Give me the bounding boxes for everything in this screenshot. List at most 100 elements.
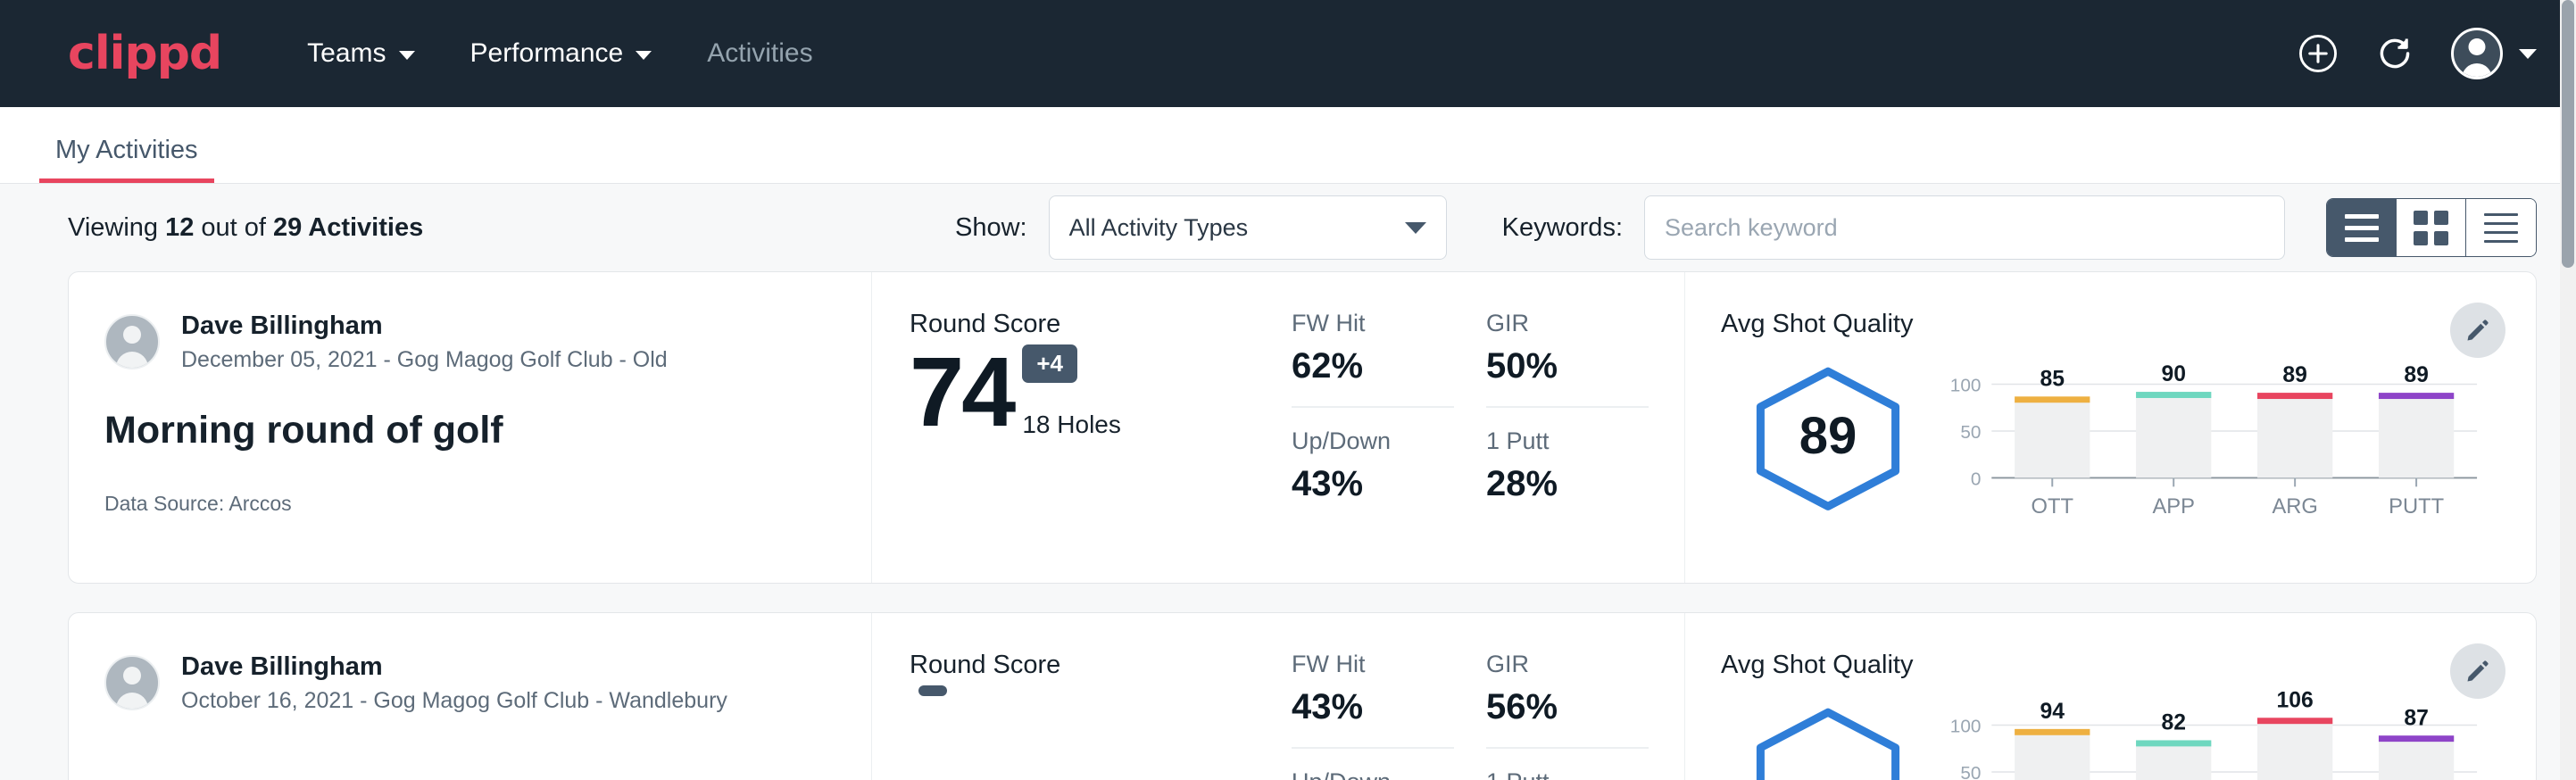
nav-item-label: Activities xyxy=(707,38,812,69)
score-to-par-badge xyxy=(918,685,947,696)
avatar xyxy=(104,314,160,369)
activity-summary: Dave Billingham December 05, 2021 - Gog … xyxy=(69,272,872,583)
tab-my-activities[interactable]: My Activities xyxy=(39,136,214,183)
pencil-icon xyxy=(2464,317,2491,344)
data-source: Data Source: Arccos xyxy=(104,492,835,516)
activity-card[interactable]: Dave Billingham December 05, 2021 - Gog … xyxy=(68,271,2537,584)
app-header: clippd Teams Performance Activities xyxy=(0,0,2576,107)
activities-toolbar: Viewing 12 out of 29 Activities Show: Al… xyxy=(0,184,2576,271)
nav-item-teams[interactable]: Teams xyxy=(307,38,414,69)
svg-text:100: 100 xyxy=(1950,375,1982,395)
chevron-down-icon xyxy=(636,51,652,60)
nav-item-label: Performance xyxy=(470,38,624,69)
avg-shot-quality-value: 89 xyxy=(1748,365,1908,508)
round-score-value: 74 xyxy=(910,346,1013,440)
view-mode-compact-button[interactable] xyxy=(2466,199,2536,256)
viewing-total: 29 Activities xyxy=(273,213,423,242)
stat-up-down: Up/Down 43% xyxy=(1292,427,1454,524)
main-nav: Teams Performance Activities xyxy=(307,38,812,69)
nav-item-performance[interactable]: Performance xyxy=(470,38,652,69)
stat-label: 1 Putt xyxy=(1486,427,1649,455)
svg-text:89: 89 xyxy=(2282,363,2306,387)
stat-value: 43% xyxy=(1292,687,1454,727)
svg-text:106: 106 xyxy=(2277,688,2314,712)
stat-value: 28% xyxy=(1486,464,1649,504)
header-actions xyxy=(2298,28,2537,79)
compact-list-icon xyxy=(2484,213,2518,243)
tab-label: My Activities xyxy=(55,136,198,164)
activity-summary: Dave Billingham October 16, 2021 - Gog M… xyxy=(69,613,872,780)
toolbar-controls: Show: All Activity Types Keywords: xyxy=(955,195,2537,260)
avg-shot-quality-label: Avg Shot Quality xyxy=(1721,310,2536,339)
page-scrollbar[interactable] xyxy=(2560,0,2576,780)
refresh-button[interactable] xyxy=(2374,33,2415,74)
activity-type-value: All Activity Types xyxy=(1069,214,1249,242)
avatar xyxy=(104,655,160,710)
stat-label: GIR xyxy=(1486,310,1649,337)
search-input[interactable] xyxy=(1644,195,2285,260)
stat-gir: GIR 56% xyxy=(1486,651,1649,749)
stat-value: 56% xyxy=(1486,687,1649,727)
svg-text:94: 94 xyxy=(2040,700,2065,724)
scrollbar-thumb[interactable] xyxy=(2562,0,2574,268)
keyword-filter: Keywords: xyxy=(1502,195,2285,260)
svg-text:85: 85 xyxy=(2040,367,2065,391)
round-score-row: 74 +4 18 Holes xyxy=(910,344,1292,439)
stat-one-putt: 1 Putt xyxy=(1486,768,1649,780)
activity-type-select[interactable]: All Activity Types xyxy=(1049,195,1447,260)
holes-count: 18 Holes xyxy=(1022,411,1121,439)
plus-circle-icon xyxy=(2298,33,2339,74)
stat-label: GIR xyxy=(1486,651,1649,678)
round-score-row xyxy=(910,685,1292,780)
viewing-prefix: Viewing xyxy=(68,213,165,242)
svg-text:OTT: OTT xyxy=(2032,495,2073,519)
stat-label: Up/Down xyxy=(1292,768,1454,780)
edit-activity-button[interactable] xyxy=(2450,303,2505,358)
avg-shot-quality-block: Avg Shot Quality 05010094OTT82APP106ARG8… xyxy=(1684,613,2536,780)
list-icon xyxy=(2345,214,2379,242)
stat-fw-hit: FW Hit 62% xyxy=(1292,310,1454,408)
svg-text:100: 100 xyxy=(1950,716,1982,736)
activity-list: Dave Billingham December 05, 2021 - Gog … xyxy=(0,271,2576,780)
activity-card[interactable]: Dave Billingham October 16, 2021 - Gog M… xyxy=(68,612,2537,780)
viewing-summary: Viewing 12 out of 29 Activities xyxy=(68,213,423,243)
round-score-label: Round Score xyxy=(910,310,1292,339)
account-menu[interactable] xyxy=(2451,28,2537,79)
stat-value: 62% xyxy=(1292,346,1454,386)
viewing-middle: out of xyxy=(194,213,273,242)
activity-owner: Dave Billingham December 05, 2021 - Gog … xyxy=(104,310,835,375)
round-stats-block: FW Hit 62% GIR 50% Up/Down 43% 1 Putt 28… xyxy=(1292,272,1684,583)
svg-text:PUTT: PUTT xyxy=(2389,495,2444,519)
nav-item-label: Teams xyxy=(307,38,386,69)
stat-gir: GIR 50% xyxy=(1486,310,1649,408)
round-score-block: Round Score 74 +4 18 Holes xyxy=(872,272,1292,583)
avg-shot-quality-value xyxy=(1748,706,1908,780)
stat-value: 43% xyxy=(1292,464,1454,504)
clippd-logo[interactable]: clippd xyxy=(68,30,221,77)
stat-label: Up/Down xyxy=(1292,427,1454,455)
pencil-icon xyxy=(2464,658,2491,685)
view-mode-list-button[interactable] xyxy=(2327,199,2397,256)
view-mode-grid-button[interactable] xyxy=(2397,199,2466,256)
nav-item-activities[interactable]: Activities xyxy=(707,38,812,69)
stat-value: 50% xyxy=(1486,346,1649,386)
svg-text:50: 50 xyxy=(1960,422,1981,443)
view-mode-toggle xyxy=(2326,198,2537,257)
player-name: Dave Billingham xyxy=(181,651,727,683)
edit-activity-button[interactable] xyxy=(2450,643,2505,699)
shot-quality-chart: 05010085OTT90APP89ARG89PUTT xyxy=(1935,344,2536,527)
stat-label: FW Hit xyxy=(1292,651,1454,678)
activity-meta: December 05, 2021 - Gog Magog Golf Club … xyxy=(181,345,668,375)
bar-chart: 05010085OTT90APP89ARG89PUTT xyxy=(1935,344,2482,523)
stat-up-down: Up/Down xyxy=(1292,768,1454,780)
add-button[interactable] xyxy=(2298,33,2339,74)
round-score-block: Round Score xyxy=(872,613,1292,780)
avatar xyxy=(2451,28,2503,79)
stat-label: 1 Putt xyxy=(1486,768,1649,780)
chevron-down-icon xyxy=(2519,49,2537,59)
svg-text:90: 90 xyxy=(2161,362,2185,386)
keywords-label: Keywords: xyxy=(1502,213,1623,243)
show-label: Show: xyxy=(955,213,1027,243)
svg-text:50: 50 xyxy=(1960,763,1981,780)
svg-text:APP: APP xyxy=(2152,495,2194,519)
